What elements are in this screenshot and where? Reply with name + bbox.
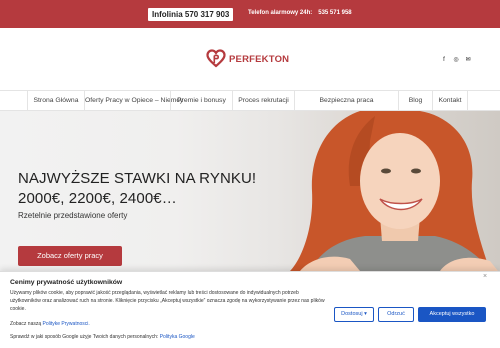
nav-item-home[interactable]: Strona Główna [27,91,84,110]
alarm-label: Telefon alarmowy 24h: [248,10,313,16]
hero-photo [290,111,498,271]
hero-subtitle: Rzetelnie przedstawione oferty [18,211,128,220]
accept-all-button[interactable]: Akceptuj wszystko [418,307,486,322]
privacy-policy-link[interactable]: Polityke Prywatnosci. [43,321,90,327]
alarm-number[interactable]: 535 571 958 [318,10,351,16]
heart-logo-icon [206,49,226,68]
cookie-google-line: Sprawdź w jaki sposób Google użyje Twoic… [10,334,195,340]
hotline-badge[interactable]: Infolinia 570 317 903 [148,8,234,21]
policy-prefix: Zobacz naszą [10,321,42,327]
hero-title: NAJWYŻSZE STAWKI NA RYNKU! 2000€, 2200€,… [18,170,257,207]
instagram-icon[interactable]: ◎ [453,57,459,63]
cookie-banner: Cenimy prywatność użytkowników × Używamy… [0,271,500,348]
customize-button[interactable]: Dostosuj ▾ [334,307,374,322]
alarm-phone[interactable]: Telefon alarmowy 24h: 535 571 958 [248,10,352,16]
nav-item-recruitment[interactable]: Proces rekrutacji [232,91,294,110]
nav-item-safe-work[interactable]: Bezpieczna praca [294,91,398,110]
top-bar: Infolinia 570 317 903 Telefon alarmowy 2… [0,0,500,28]
nav-item-contact[interactable]: Kontakt [432,91,468,110]
facebook-icon[interactable]: f [441,57,447,63]
google-policy-link[interactable]: Polityka Google [160,334,195,340]
cookie-body: Używamy plików cookie, aby poprawić jako… [10,290,325,312]
hero-banner: NAJWYŻSZE STAWKI NA RYNKU! 2000€, 2200€,… [0,111,500,271]
customize-label: Dostosuj [341,311,363,317]
main-nav: Strona Główna Oferty Pracy w Opiece – Ni… [0,90,500,111]
site-logo[interactable]: PERFEKTON [206,48,289,70]
cookie-policy-line: Zobacz naszą Polityke Prywatnosci. [10,321,90,327]
nav-item-offers[interactable]: Oferty Pracy w Opiece – Niemcy [84,91,183,110]
logo-text: PERFEKTON [229,53,290,65]
google-prefix: Sprawdź w jaki sposób Google użyje Twoic… [10,334,159,340]
cookie-title: Cenimy prywatność użytkowników [10,279,123,286]
email-icon[interactable]: ✉ [465,57,471,63]
nav-item-blog[interactable]: Blog [398,91,432,110]
chevron-down-icon: ▾ [364,311,367,317]
close-icon[interactable]: × [483,273,487,280]
reject-button[interactable]: Odrzuć [378,307,414,322]
nav-item-bonuses[interactable]: Premie i bonusy [170,91,232,110]
social-links: f ◎ ✉ [441,57,471,63]
site-header: PERFEKTON f ◎ ✉ [0,28,500,90]
see-offers-button[interactable]: Zobacz oferty pracy [18,246,122,266]
